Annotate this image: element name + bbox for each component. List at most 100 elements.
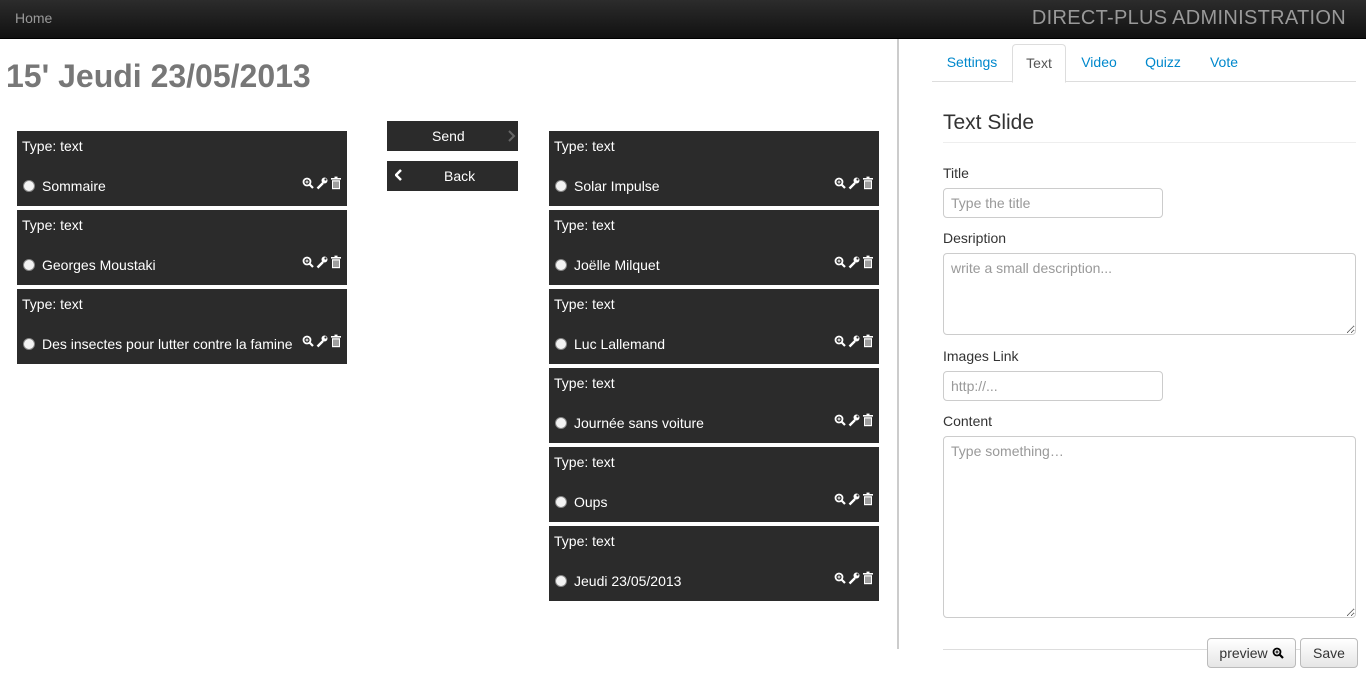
zoom-icon — [1272, 647, 1284, 659]
slide-title: Georges Moustaki — [42, 257, 156, 273]
slide-actions — [834, 334, 874, 348]
slide-title: Luc Lallemand — [574, 336, 666, 352]
nav-home-link[interactable]: Home — [15, 10, 52, 26]
slide-title: Journée sans voiture — [574, 415, 704, 431]
preview-button[interactable]: preview — [1207, 638, 1296, 668]
wrench-icon[interactable] — [848, 571, 860, 585]
brand-title: DIRECT-PLUS ADMINISTRATION — [1031, 7, 1346, 29]
heading-divider — [943, 142, 1356, 143]
slide-radio[interactable] — [555, 575, 567, 587]
tab-video[interactable]: Video — [1074, 44, 1124, 82]
title-label: Title — [943, 165, 969, 181]
chevron-right-icon — [508, 130, 516, 142]
trash-icon[interactable] — [862, 176, 874, 190]
slide-type-label: Type: text — [554, 138, 615, 154]
form-heading: Text Slide — [943, 111, 1035, 134]
content-textarea[interactable] — [943, 436, 1356, 618]
slide-item: Type: text Oups — [549, 447, 879, 522]
slide-item: Type: text Journée sans voiture — [549, 368, 879, 443]
wrench-icon[interactable] — [848, 334, 860, 348]
tab-vote[interactable]: Vote — [1199, 44, 1249, 82]
zoom-icon[interactable] — [834, 255, 846, 269]
slide-item: Type: text Georges Moustaki — [17, 210, 347, 285]
trash-icon[interactable] — [862, 255, 874, 269]
slide-actions — [302, 176, 342, 190]
slide-radio[interactable] — [555, 496, 567, 508]
wrench-icon[interactable] — [848, 413, 860, 427]
editor-tabs: Settings Text Video Quizz Vote — [932, 44, 1356, 83]
slide-type-label: Type: text — [554, 296, 615, 312]
zoom-icon[interactable] — [834, 176, 846, 190]
slide-actions — [834, 413, 874, 427]
zoom-icon[interactable] — [302, 334, 314, 348]
slide-radio[interactable] — [23, 259, 35, 271]
wrench-icon[interactable] — [848, 255, 860, 269]
slide-radio[interactable] — [23, 338, 35, 350]
slide-item: Type: text Luc Lallemand — [549, 289, 879, 364]
save-button[interactable]: Save — [1300, 638, 1358, 668]
slide-actions — [834, 176, 874, 190]
slide-type-label: Type: text — [22, 296, 83, 312]
trash-icon[interactable] — [330, 176, 342, 190]
wrench-icon[interactable] — [316, 255, 328, 269]
slide-radio[interactable] — [555, 180, 567, 192]
page-title: 15' Jeudi 23/05/2013 — [6, 58, 311, 94]
trash-icon[interactable] — [862, 413, 874, 427]
tab-text[interactable]: Text — [1012, 44, 1066, 83]
wrench-icon[interactable] — [848, 176, 860, 190]
slide-actions — [834, 255, 874, 269]
tab-settings[interactable]: Settings — [932, 44, 1012, 82]
slide-title: Des insectes pour lutter contre la famin… — [42, 336, 293, 352]
slide-actions — [834, 571, 874, 585]
trash-icon[interactable] — [330, 255, 342, 269]
send-button[interactable]: Send — [387, 121, 518, 151]
back-button-label: Back — [444, 168, 476, 184]
send-button-label: Send — [432, 128, 465, 144]
slide-title: Oups — [574, 494, 608, 510]
trash-icon[interactable] — [330, 334, 342, 348]
top-navbar: Home DIRECT-PLUS ADMINISTRATION — [0, 0, 1366, 39]
trash-icon[interactable] — [862, 571, 874, 585]
slide-type-label: Type: text — [554, 533, 615, 549]
trash-icon[interactable] — [862, 492, 874, 506]
zoom-icon[interactable] — [834, 413, 846, 427]
slide-item: Type: text Jeudi 23/05/2013 — [549, 526, 879, 601]
wrench-icon[interactable] — [848, 492, 860, 506]
slide-type-label: Type: text — [554, 375, 615, 391]
wrench-icon[interactable] — [316, 176, 328, 190]
slide-type-label: Type: text — [22, 138, 83, 154]
slide-title: Sommaire — [42, 178, 106, 194]
slide-radio[interactable] — [23, 180, 35, 192]
zoom-icon[interactable] — [302, 176, 314, 190]
slide-actions — [302, 255, 342, 269]
preview-button-label: preview — [1219, 645, 1268, 661]
description-label: Desription — [943, 230, 1007, 246]
zoom-icon[interactable] — [302, 255, 314, 269]
slide-actions — [302, 334, 342, 348]
zoom-icon[interactable] — [834, 334, 846, 348]
slide-type-label: Type: text — [554, 454, 615, 470]
slide-radio[interactable] — [555, 417, 567, 429]
slide-title: Solar Impulse — [574, 178, 660, 194]
wrench-icon[interactable] — [316, 334, 328, 348]
slide-radio[interactable] — [555, 259, 567, 271]
chevron-left-icon — [395, 169, 402, 181]
zoom-icon[interactable] — [834, 492, 846, 506]
slide-item: Type: text Sommaire — [17, 131, 347, 206]
tab-quizz[interactable]: Quizz — [1138, 44, 1188, 82]
selected-slides-list: Type: text Solar Impulse Type: text Joëlle … — [549, 131, 879, 605]
slide-type-label: Type: text — [22, 217, 83, 233]
slide-radio[interactable] — [555, 338, 567, 350]
images-link-label: Images Link — [943, 348, 1019, 364]
back-button[interactable]: Back — [387, 161, 518, 191]
content-label: Content — [943, 413, 993, 429]
slide-actions — [834, 492, 874, 506]
slide-type-label: Type: text — [554, 217, 615, 233]
panel-divider — [897, 39, 899, 649]
trash-icon[interactable] — [862, 334, 874, 348]
zoom-icon[interactable] — [834, 571, 846, 585]
images-link-input[interactable] — [943, 371, 1163, 401]
title-input[interactable] — [943, 188, 1163, 218]
description-textarea[interactable] — [943, 253, 1356, 335]
slide-title: Joëlle Milquet — [574, 257, 660, 273]
